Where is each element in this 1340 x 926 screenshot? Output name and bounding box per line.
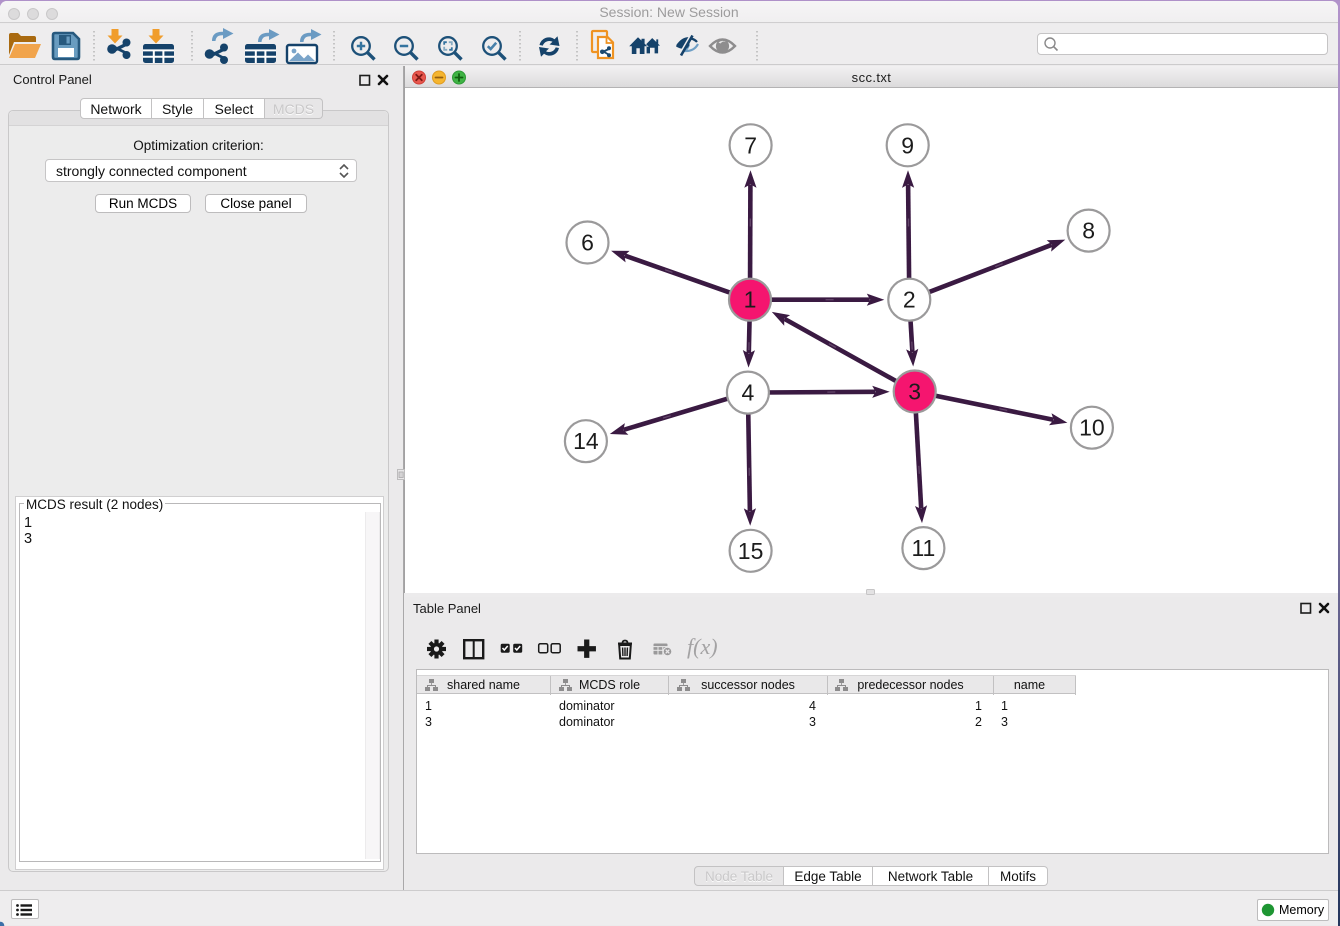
svg-text:9: 9 <box>901 132 914 158</box>
svg-text:10: 10 <box>1079 415 1105 441</box>
svg-text:2: 2 <box>903 287 916 313</box>
svg-text:6: 6 <box>581 230 594 256</box>
svg-text:15: 15 <box>738 538 764 564</box>
svg-text:4: 4 <box>742 380 755 406</box>
svg-text:11: 11 <box>911 535 935 561</box>
svg-text:3: 3 <box>908 379 921 405</box>
svg-text:f(x): f(x) <box>687 634 718 659</box>
svg-text:7: 7 <box>744 132 757 158</box>
svg-text:1: 1 <box>744 287 757 313</box>
svg-text:8: 8 <box>1082 218 1095 244</box>
svg-text:14: 14 <box>573 428 599 454</box>
